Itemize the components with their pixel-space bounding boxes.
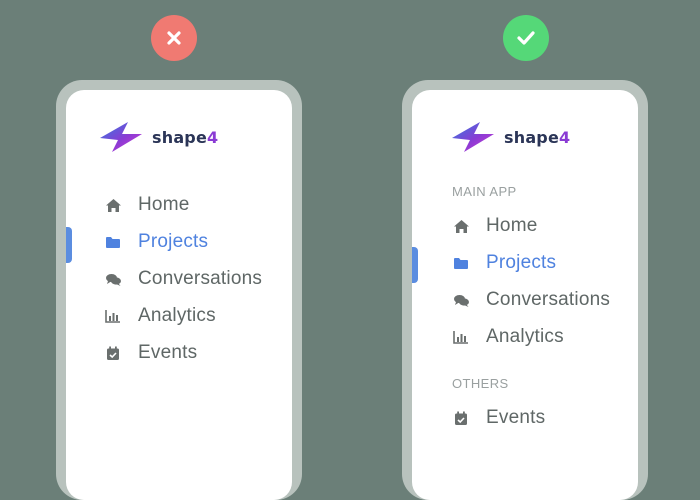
check-icon <box>517 31 535 45</box>
brand-name: shape4 <box>152 127 219 147</box>
sidebar-item-home[interactable]: Home <box>104 192 189 218</box>
active-indicator <box>66 227 72 263</box>
analytics-icon <box>104 307 122 325</box>
lightning-logo-icon <box>100 122 142 152</box>
sidebar-item-projects[interactable]: Projects <box>104 229 208 255</box>
brand-logo[interactable]: shape4 <box>450 120 570 154</box>
sidebar-item-events[interactable]: Events <box>104 340 197 366</box>
correct-badge <box>503 15 549 61</box>
analytics-icon <box>452 328 470 346</box>
sidebar-item-projects[interactable]: Projects <box>452 250 556 276</box>
folder-icon <box>104 233 122 251</box>
sidebar-item-analytics[interactable]: Analytics <box>452 324 564 350</box>
incorrect-badge <box>151 15 197 61</box>
brand-logo[interactable]: shape4 <box>98 120 218 154</box>
home-icon <box>452 217 470 235</box>
calendar-icon <box>452 409 470 427</box>
sidebar-item-conversations[interactable]: Conversations <box>104 266 262 292</box>
section-title-main-app: MAIN APP <box>452 184 517 199</box>
chat-icon <box>452 291 470 309</box>
sidebar-item-events[interactable]: Events <box>452 405 545 431</box>
lightning-logo-icon <box>452 122 494 152</box>
active-indicator <box>412 247 418 283</box>
section-title-others: OTHERS <box>452 376 509 391</box>
sidebar-item-home[interactable]: Home <box>452 213 537 239</box>
folder-icon <box>452 254 470 272</box>
sidebar-item-analytics[interactable]: Analytics <box>104 303 216 329</box>
home-icon <box>104 196 122 214</box>
sidebar-item-conversations[interactable]: Conversations <box>452 287 610 313</box>
chat-icon <box>104 270 122 288</box>
cross-icon <box>167 31 181 45</box>
brand-name: shape4 <box>504 127 571 147</box>
calendar-icon <box>104 344 122 362</box>
